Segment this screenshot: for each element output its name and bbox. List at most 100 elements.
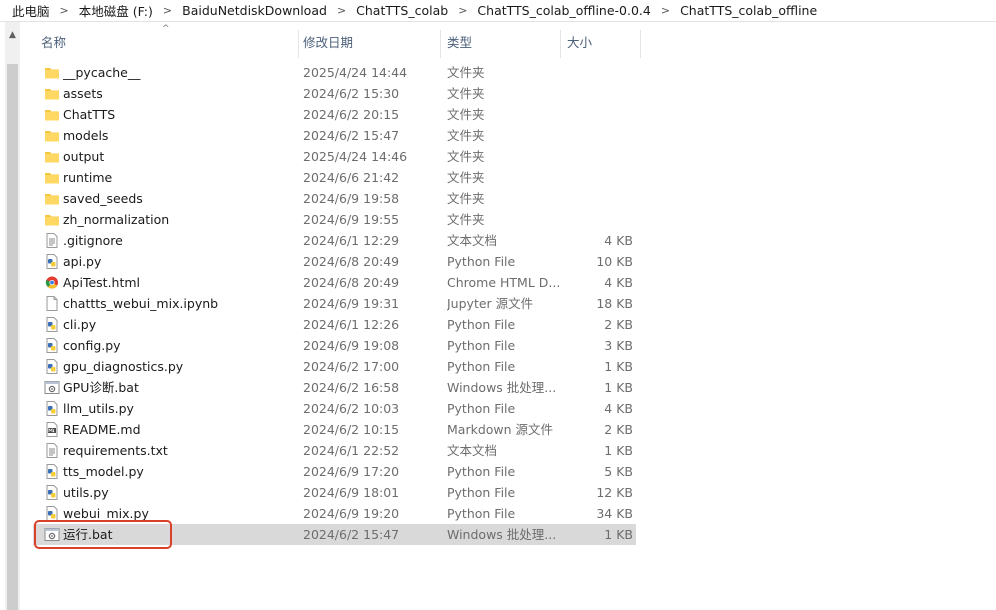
file-type: Python File [447, 338, 516, 353]
column-divider[interactable] [298, 30, 299, 58]
breadcrumb-item[interactable]: BaiduNetdiskDownload [178, 3, 331, 18]
file-name: ApiTest.html [63, 275, 141, 290]
file-row[interactable]: config.py 2024/6/9 19:08 Python File 3 KB [33, 335, 636, 356]
file-type: Python File [447, 506, 516, 521]
file-date-modified: 2024/6/9 18:01 [303, 485, 400, 500]
file-type: 文件夹 [447, 149, 485, 164]
file-row[interactable]: zh_normalization 2024/6/9 19:55 文件夹 [33, 209, 636, 230]
file-name: runtime [63, 170, 113, 185]
folder-icon [44, 65, 60, 80]
highlight-box [34, 520, 172, 549]
breadcrumb-separator-icon[interactable]: > [452, 4, 473, 17]
breadcrumb-item[interactable]: 本地磁盘 (F:) [75, 1, 157, 20]
file-date-modified: 2024/6/2 20:15 [303, 107, 400, 122]
python-file-icon [44, 485, 60, 500]
file-name: README.md [63, 422, 141, 437]
file-row[interactable]: requirements.txt 2024/6/1 22:52 文本文档 1 KB [33, 440, 636, 461]
file-size: 3 KB [604, 338, 633, 353]
file-size: 18 KB [596, 296, 633, 311]
file-row[interactable]: tts_model.py 2024/6/9 17:20 Python File 5 K… [33, 461, 636, 482]
folder-icon [44, 149, 60, 164]
file-name: __pycache__ [63, 65, 141, 80]
file-date-modified: 2024/6/2 15:47 [303, 128, 400, 143]
file-date-modified: 2025/4/24 14:46 [303, 149, 408, 164]
breadcrumb-item[interactable]: 此电脑 [0, 1, 54, 20]
file-row[interactable]: utils.py 2024/6/9 18:01 Python File 12 KB [33, 482, 636, 503]
column-header-row: ^ 名称 修改日期 类型 大小 [21, 22, 996, 64]
file-date-modified: 2024/6/1 12:26 [303, 317, 400, 332]
file-size: 2 KB [604, 317, 633, 332]
file-date-modified: 2024/6/9 19:58 [303, 191, 400, 206]
text-file-icon [44, 443, 60, 458]
file-row[interactable]: models 2024/6/2 15:47 文件夹 [33, 125, 636, 146]
breadcrumb-separator-icon[interactable]: > [54, 4, 75, 17]
file-row[interactable]: llm_utils.py 2024/6/2 10:03 Python File 4 K… [33, 398, 636, 419]
file-row[interactable]: api.py 2024/6/8 20:49 Python File 10 KB [33, 251, 636, 272]
sort-ascending-icon: ^ [162, 24, 170, 34]
file-row[interactable]: __pycache__ 2025/4/24 14:44 文件夹 [33, 62, 636, 83]
vertical-scrollbar[interactable]: ▲ [5, 22, 20, 610]
file-row[interactable]: runtime 2024/6/6 21:42 文件夹 [33, 167, 636, 188]
column-divider[interactable] [640, 30, 641, 58]
scroll-up-icon[interactable]: ▲ [5, 28, 20, 42]
file-row[interactable]: output 2025/4/24 14:46 文件夹 [33, 146, 636, 167]
file-row[interactable]: gpu_diagnostics.py 2024/6/2 17:00 Python F… [33, 356, 636, 377]
file-row[interactable]: .gitignore 2024/6/1 12:29 文本文档 4 KB [33, 230, 636, 251]
file-row[interactable]: ApiTest.html 2024/6/8 20:49 Chrome HTML D.… [33, 272, 636, 293]
file-date-modified: 2024/6/1 22:52 [303, 443, 400, 458]
folder-icon [44, 107, 60, 122]
file-type: 文件夹 [447, 128, 485, 143]
file-size: 5 KB [604, 464, 633, 479]
file-name: output [63, 149, 105, 164]
file-row[interactable]: GPU诊断.bat 2024/6/2 16:58 Windows 批处理... 1 K… [33, 377, 636, 398]
file-type: Jupyter 源文件 [447, 296, 534, 311]
column-divider[interactable] [560, 30, 561, 58]
file-row[interactable]: chattts_webui_mix.ipynb 2024/6/9 19:31 Jup… [33, 293, 636, 314]
column-header-date[interactable]: 修改日期 [303, 30, 353, 58]
file-date-modified: 2024/6/2 15:30 [303, 86, 400, 101]
file-date-modified: 2024/6/2 10:15 [303, 422, 400, 437]
python-file-icon [44, 254, 60, 269]
file-row[interactable]: ChatTTS 2024/6/2 20:15 文件夹 [33, 104, 636, 125]
scrollbar-thumb[interactable] [7, 64, 18, 610]
file-row[interactable]: README.md 2024/6/2 10:15 Markdown 源文件 2 KB [33, 419, 636, 440]
file-type: Python File [447, 359, 516, 374]
folder-icon [44, 128, 60, 143]
file-type: 文件夹 [447, 65, 485, 80]
file-size [567, 146, 633, 167]
file-row[interactable]: cli.py 2024/6/1 12:26 Python File 2 KB [33, 314, 636, 335]
file-type: Python File [447, 485, 516, 500]
file-size: 12 KB [596, 485, 633, 500]
python-file-icon [44, 338, 60, 353]
file-type: 文件夹 [447, 191, 485, 206]
file-size: 2 KB [604, 422, 633, 437]
file-name: utils.py [63, 485, 109, 500]
breadcrumb-item[interactable]: ChatTTS_colab [352, 3, 452, 18]
breadcrumb-item[interactable]: ChatTTS_colab_offline-0.0.4 [473, 3, 654, 18]
file-date-modified: 2024/6/9 17:20 [303, 464, 400, 479]
column-header-name[interactable]: 名称 [41, 30, 66, 58]
file-size [567, 209, 633, 230]
file-name: config.py [63, 338, 121, 353]
folder-icon [44, 212, 60, 227]
file-row[interactable]: saved_seeds 2024/6/9 19:58 文件夹 [33, 188, 636, 209]
file-date-modified: 2024/6/2 17:00 [303, 359, 400, 374]
file-size: 1 KB [604, 380, 633, 395]
breadcrumb-separator-icon[interactable]: > [655, 4, 676, 17]
file-name: .gitignore [63, 233, 123, 248]
file-name: llm_utils.py [63, 401, 134, 416]
file-date-modified: 2025/4/24 14:44 [303, 65, 408, 80]
column-header-size[interactable]: 大小 [567, 30, 592, 58]
file-type: 文本文档 [447, 443, 498, 458]
file-size: 1 KB [604, 359, 633, 374]
breadcrumb-separator-icon[interactable]: > [331, 4, 352, 17]
file-name: api.py [63, 254, 102, 269]
file-name: ChatTTS [63, 107, 116, 122]
breadcrumb-item[interactable]: ChatTTS_colab_offline [676, 3, 821, 18]
file-type: Python File [447, 464, 516, 479]
column-divider[interactable] [440, 30, 441, 58]
file-row[interactable]: assets 2024/6/2 15:30 文件夹 [33, 83, 636, 104]
column-header-type[interactable]: 类型 [447, 30, 472, 58]
file-date-modified: 2024/6/6 21:42 [303, 170, 400, 185]
breadcrumb-separator-icon[interactable]: > [157, 4, 178, 17]
